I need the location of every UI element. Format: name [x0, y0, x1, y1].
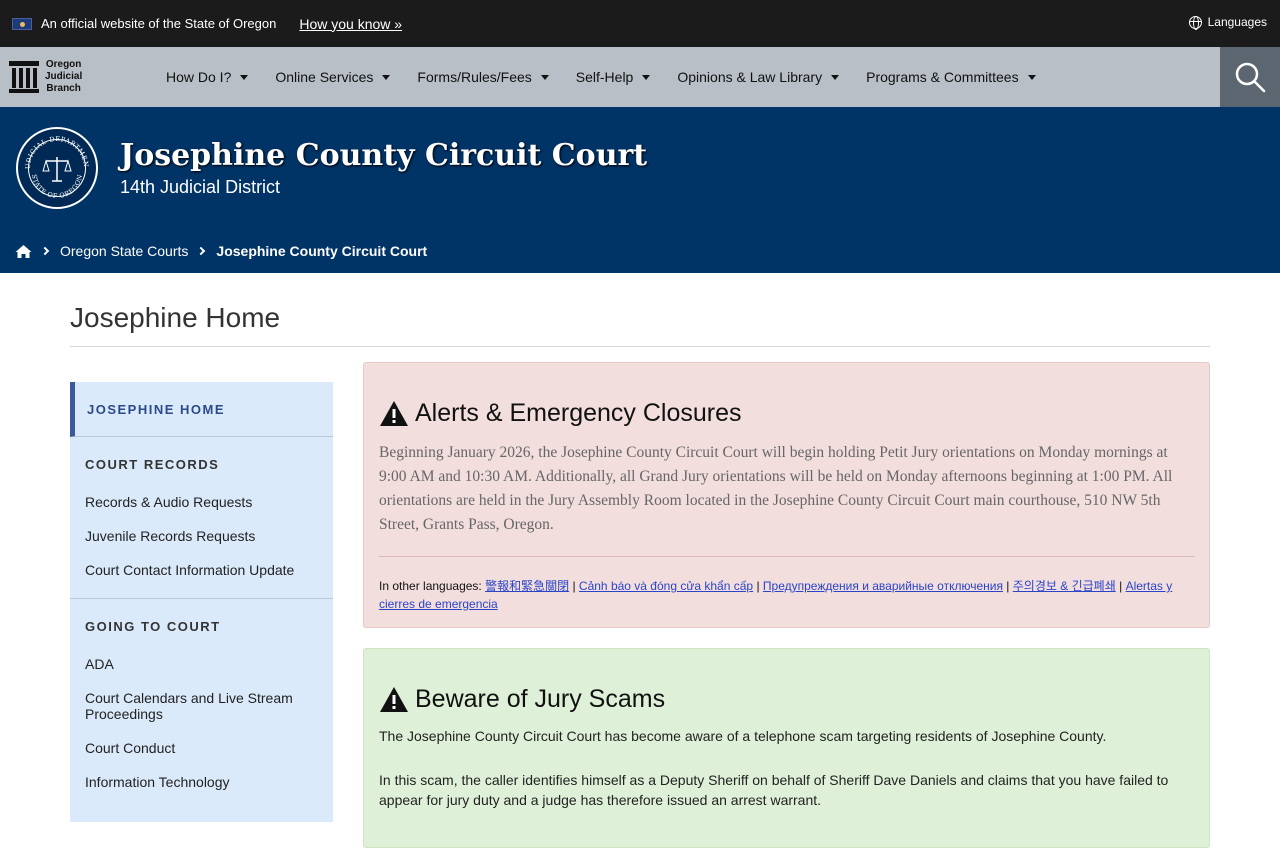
court-header: JUDICIAL DEPARTMENT STATE OF OREGON Jose…	[0, 107, 1280, 273]
lang-link-russian[interactable]: Предупреждения и аварийные отключения	[763, 579, 1003, 593]
caret-down-icon	[540, 74, 549, 80]
languages-label: Languages	[1207, 15, 1267, 29]
court-subtitle: 14th Judicial District	[120, 177, 281, 197]
search-button[interactable]	[1220, 47, 1280, 107]
alert-heading: Alerts & Emergency Closures	[379, 399, 742, 428]
caret-down-icon	[642, 74, 651, 80]
warning-icon	[380, 401, 408, 426]
official-banner: An official website of the State of Oreg…	[0, 0, 1280, 47]
chevron-right-icon	[40, 246, 50, 256]
nav-self-help[interactable]: Self-Help	[576, 69, 651, 85]
jury-scam-panel: Beware of Jury Scams The Josephine Count…	[363, 648, 1210, 848]
brand-text: Oregon Judicial Branch	[45, 59, 83, 94]
sidebar-heading: GOING TO COURT	[85, 619, 221, 634]
alerts-emergency-panel: Alerts & Emergency Closures Beginning Ja…	[363, 362, 1210, 628]
search-icon	[1235, 62, 1266, 93]
court-title: Josephine County Circuit Court	[120, 138, 648, 173]
page-title: Josephine Home	[70, 302, 281, 333]
caret-down-icon	[382, 74, 391, 80]
sidebar-section-going-to-court: GOING TO COURT ADA Court Calendars and L…	[70, 599, 333, 800]
warning-icon	[380, 687, 408, 712]
languages-button[interactable]: Languages	[1188, 15, 1267, 30]
sidebar-item-court-calendars[interactable]: Court Calendars and Live Stream Proceedi…	[85, 682, 318, 732]
oregon-judicial-seal-icon: JUDICIAL DEPARTMENT STATE OF OREGON	[16, 127, 98, 209]
home-icon[interactable]	[15, 244, 32, 259]
sidebar-heading: COURT RECORDS	[85, 457, 220, 472]
other-languages: In other languages: 警報和緊急關閉 | Cảnh báo v…	[379, 579, 1173, 611]
title-divider	[70, 346, 1210, 347]
oregon-flag-icon	[12, 17, 32, 30]
lang-link-korean[interactable]: 주의경보 & 긴급폐쇄	[1013, 579, 1116, 593]
courthouse-pillar-icon	[9, 61, 39, 93]
sidebar-item-ada[interactable]: ADA	[85, 648, 318, 682]
nav-forms-rules-fees[interactable]: Forms/Rules/Fees	[417, 69, 549, 85]
alert-body: Beginning January 2026, the Josephine Co…	[379, 444, 1173, 533]
sidebar-section-court-records: COURT RECORDS Records & Audio Requests J…	[70, 437, 333, 588]
scam-heading: Beware of Jury Scams	[379, 685, 665, 714]
sidebar-nav: JOSEPHINE HOME COURT RECORDS Records & A…	[70, 382, 333, 822]
globe-icon	[1188, 15, 1202, 30]
main-nav: Oregon Judicial Branch How Do I? Online …	[0, 47, 1280, 107]
how-you-know-link[interactable]: How you know »	[299, 16, 402, 32]
lang-link-chinese[interactable]: 警報和緊急關閉	[485, 579, 569, 593]
nav-opinions-law-library[interactable]: Opinions & Law Library	[677, 69, 840, 85]
caret-down-icon	[831, 74, 840, 80]
breadcrumb-oregon-state-courts[interactable]: Oregon State Courts	[60, 243, 188, 259]
chevron-right-icon	[197, 246, 206, 256]
caret-down-icon	[240, 74, 249, 80]
nav-online-services[interactable]: Online Services	[275, 69, 391, 85]
sidebar-item-juvenile-records-requests[interactable]: Juvenile Records Requests	[85, 520, 318, 554]
lang-link-vietnamese[interactable]: Cảnh báo và đóng cửa khẩn cấp	[579, 579, 753, 593]
scam-paragraph-2: In this scam, the caller identifies hims…	[379, 772, 1169, 808]
sidebar-item-information-technology[interactable]: Information Technology	[85, 766, 318, 800]
scam-paragraph-1: The Josephine County Circuit Court has b…	[379, 728, 1107, 744]
sidebar-item-records-audio-requests[interactable]: Records & Audio Requests	[85, 486, 318, 520]
alert-divider	[379, 556, 1195, 557]
caret-down-icon	[1027, 74, 1036, 80]
nav-how-do-i[interactable]: How Do I?	[166, 69, 249, 85]
official-text: An official website of the State of Oreg…	[41, 16, 277, 31]
svg-text:JUDICIAL DEPARTMENT: JUDICIAL DEPARTMENT	[16, 127, 90, 169]
sidebar-item-josephine-home[interactable]: JOSEPHINE HOME	[70, 382, 333, 437]
breadcrumb: Oregon State Courts Josephine County Cir…	[15, 243, 427, 259]
sidebar-item-court-conduct[interactable]: Court Conduct	[85, 732, 318, 766]
brand-logo[interactable]: Oregon Judicial Branch	[0, 59, 150, 95]
sidebar-item-court-contact-update[interactable]: Court Contact Information Update	[85, 554, 318, 588]
breadcrumb-current: Josephine County Circuit Court	[216, 243, 428, 259]
nav-programs-committees[interactable]: Programs & Committees	[866, 69, 1036, 85]
